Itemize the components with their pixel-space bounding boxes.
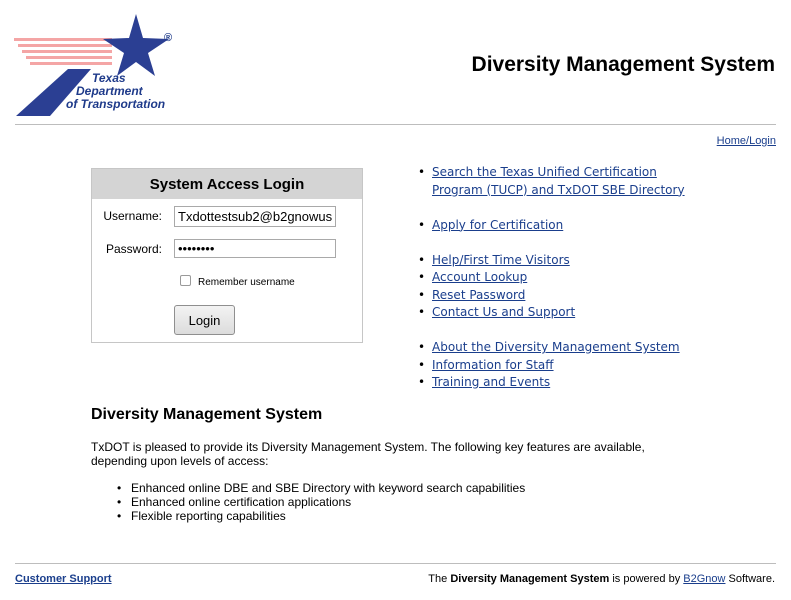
search-tucp-link[interactable]: Search the Texas Unified Certification P… xyxy=(432,164,702,199)
username-input[interactable] xyxy=(174,206,336,227)
powered-suffix: Software. xyxy=(728,573,775,585)
footer-divider xyxy=(15,563,776,564)
section-title: Diversity Management System xyxy=(91,406,323,423)
logo-line-transportation: of Transportation xyxy=(66,97,166,111)
reset-password-link[interactable]: Reset Password xyxy=(432,288,525,302)
section-description: TxDOT is pleased to provide its Diversit… xyxy=(91,440,645,468)
training-events-link[interactable]: Training and Events xyxy=(432,375,550,389)
list-item: Enhanced online DBE and SBE Directory wi… xyxy=(113,481,525,495)
logo-text: Texas Department of Transportation xyxy=(66,72,165,111)
list-item: Training and Events xyxy=(418,374,702,392)
username-label: Username: xyxy=(103,209,162,223)
feature-list: Enhanced online DBE and SBE Directory wi… xyxy=(113,481,525,523)
password-input[interactable] xyxy=(174,239,336,258)
powered-prefix: The xyxy=(428,573,448,585)
list-item: Flexible reporting capabilities xyxy=(113,509,525,523)
header-divider xyxy=(15,124,776,125)
remember-username-label: Remember username xyxy=(198,277,295,288)
help-first-time-link[interactable]: Help/First Time Visitors xyxy=(432,253,570,267)
quick-links: Search the Texas Unified Certification P… xyxy=(418,164,702,392)
powered-mid: is powered by xyxy=(612,573,681,585)
b2gnow-link[interactable]: B2Gnow xyxy=(683,573,725,585)
login-button[interactable]: Login xyxy=(174,305,235,335)
list-item: Search the Texas Unified Certification P… xyxy=(418,164,702,199)
list-item: Apply for Certification xyxy=(418,217,702,235)
customer-support-link[interactable]: Customer Support xyxy=(15,573,112,585)
list-item: Help/First Time Visitors xyxy=(418,252,702,270)
account-lookup-link[interactable]: Account Lookup xyxy=(432,270,527,284)
powered-by-text: The Diversity Management System is power… xyxy=(428,573,775,585)
list-item: Account Lookup xyxy=(418,269,702,287)
list-item: Contact Us and Support xyxy=(418,304,702,322)
list-item: Reset Password xyxy=(418,287,702,305)
list-item: About the Diversity Management System xyxy=(418,339,702,357)
list-item: Information for Staff xyxy=(418,357,702,375)
registered-mark: ® xyxy=(164,32,173,44)
list-item: Enhanced online certification applicatio… xyxy=(113,495,525,509)
password-label: Password: xyxy=(105,242,162,256)
login-panel-title: System Access Login xyxy=(92,169,362,199)
page-title: Diversity Management System xyxy=(471,53,775,76)
remember-username-checkbox[interactable] xyxy=(180,275,191,286)
contact-support-link[interactable]: Contact Us and Support xyxy=(432,305,575,319)
login-panel: System Access Login Username: Password: … xyxy=(91,168,363,343)
txdot-logo: ® Texas Department of Transportation xyxy=(14,12,174,120)
about-dms-link[interactable]: About the Diversity Management System xyxy=(432,340,680,354)
powered-system-name: Diversity Management System xyxy=(450,573,610,585)
staff-info-link[interactable]: Information for Staff xyxy=(432,358,554,372)
apply-certification-link[interactable]: Apply for Certification xyxy=(432,218,563,232)
home-login-link[interactable]: Home/Login xyxy=(717,135,776,147)
